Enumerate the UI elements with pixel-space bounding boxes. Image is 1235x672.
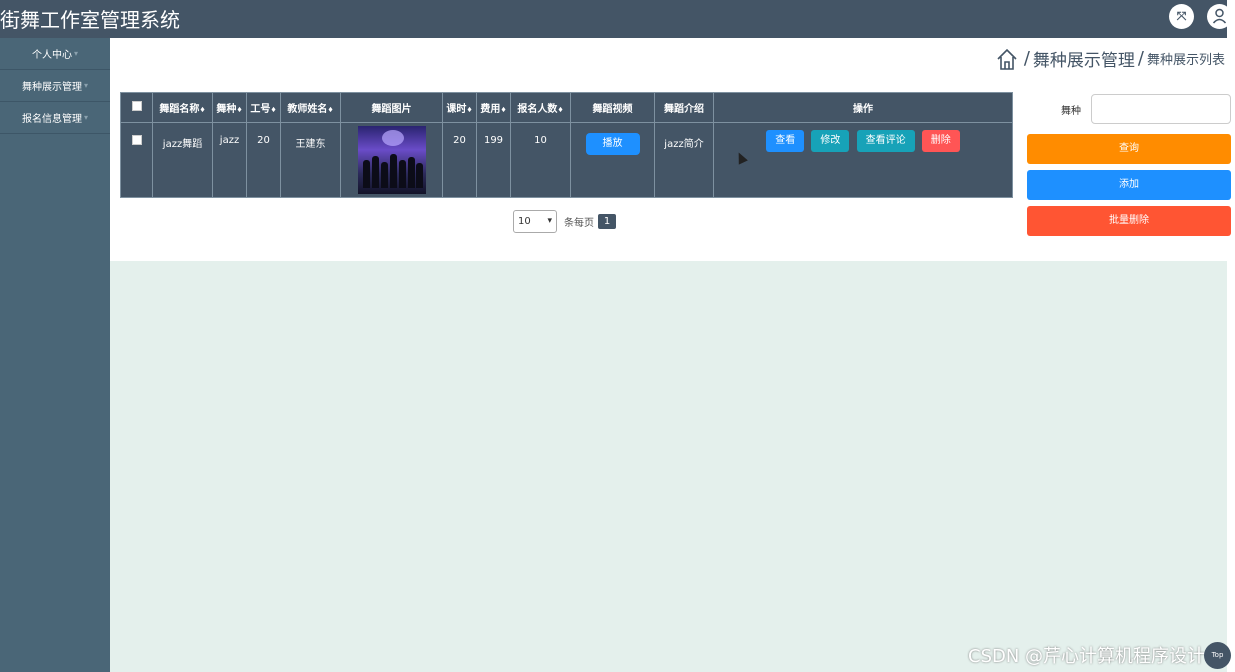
chevron-down-icon: ▾	[73, 49, 78, 58]
sidebar-item-dance-management[interactable]: 舞种展示管理 ▾	[0, 70, 110, 102]
delete-button[interactable]: 删除	[921, 130, 960, 152]
column-dance-image: 舞蹈图片	[340, 92, 443, 123]
cell-hours: 20	[442, 122, 477, 198]
add-button[interactable]: 添加	[1027, 170, 1231, 200]
cell-dance-type: jazz	[212, 122, 247, 198]
cell-dance-name: jazz舞蹈	[152, 122, 213, 198]
page-size-select[interactable]: 10 ▾	[513, 210, 557, 233]
watermark: CSDN @芹心计算机程序设计	[968, 646, 1206, 667]
column-video: 舞蹈视频	[570, 92, 655, 123]
breadcrumb-section[interactable]: 舞种展示管理	[1033, 46, 1135, 71]
search-dance-type-label: 舞种	[1061, 106, 1081, 117]
column-intro: 舞蹈介绍	[654, 92, 714, 123]
column-fee[interactable]: 费用♦	[476, 92, 511, 123]
dance-table: 舞蹈名称♦ 舞种♦ 工号♦ 教师姓名♦ 舞蹈图片 课时♦ 费用♦ 报名人数♦ 舞…	[120, 92, 1013, 198]
row-checkbox-cell	[120, 122, 153, 198]
column-actions: 操作	[713, 92, 1013, 123]
sort-icon[interactable]: ♦	[236, 106, 242, 114]
select-all-checkbox[interactable]	[131, 101, 142, 111]
sort-icon[interactable]: ♦	[327, 106, 333, 114]
sidebar: 个人中心 ▾ 舞种展示管理 ▾ 报名信息管理 ▾	[0, 38, 110, 672]
view-comments-button[interactable]: 查看评论	[856, 130, 915, 152]
cell-actions: 查看 修改 查看评论 删除	[713, 122, 1013, 198]
sidebar-item-label: 舞种展示管理	[21, 82, 82, 93]
chevron-down-icon: ▾	[83, 113, 88, 122]
play-video-button[interactable]: 播放	[585, 133, 640, 155]
top-bar: 街舞工作室管理系统 ⤧	[0, 0, 1232, 38]
app-title: 街舞工作室管理系统	[0, 8, 180, 32]
breadcrumb-separator: /	[1137, 48, 1144, 69]
chevron-down-icon: ▾	[547, 216, 552, 226]
sort-icon[interactable]: ♦	[466, 106, 472, 114]
cell-enrolled: 10	[510, 122, 571, 198]
cell-intro: jazz简介	[654, 122, 714, 198]
cell-fee: 199	[476, 122, 511, 198]
sidebar-item-label: 报名信息管理	[21, 114, 82, 125]
fullscreen-icon[interactable]: ⤧	[1169, 4, 1194, 29]
pagination: 10 ▾ 条每页 1	[513, 210, 616, 233]
breadcrumb: / 舞种展示管理 / 舞种展示列表	[996, 46, 1225, 71]
content-background	[110, 261, 1227, 672]
sort-icon[interactable]: ♦	[270, 106, 276, 114]
chevron-down-icon: ▾	[83, 81, 88, 90]
sidebar-item-registration-management[interactable]: 报名信息管理 ▾	[0, 102, 110, 134]
cell-teacher-name: 王建东	[280, 122, 341, 198]
app-window: 街舞工作室管理系统 ⤧ 个人中心 ▾ 舞种展示管理 ▾ 报名信息管理 ▾ / 舞种展示…	[0, 0, 1235, 672]
edit-button[interactable]: 修改	[811, 130, 850, 152]
search-dance-type-input[interactable]	[1091, 94, 1231, 124]
sort-icon[interactable]: ♦	[557, 106, 563, 114]
cell-dance-image	[340, 122, 443, 198]
dance-image[interactable]	[357, 126, 426, 194]
column-enrolled[interactable]: 报名人数♦	[510, 92, 571, 123]
breadcrumb-separator: /	[1023, 48, 1030, 69]
select-all-checkbox-cell	[120, 92, 153, 123]
table-header-row: 舞蹈名称♦ 舞种♦ 工号♦ 教师姓名♦ 舞蹈图片 课时♦ 费用♦ 报名人数♦ 舞…	[120, 92, 1013, 123]
per-page-label: 条每页	[564, 218, 594, 229]
column-dance-type[interactable]: 舞种♦	[212, 92, 247, 123]
column-dance-name[interactable]: 舞蹈名称♦	[152, 92, 213, 123]
query-button[interactable]: 查询	[1027, 134, 1231, 164]
row-checkbox[interactable]	[131, 135, 142, 145]
batch-delete-button[interactable]: 批量删除	[1027, 206, 1231, 236]
page-number-current[interactable]: 1	[598, 214, 616, 229]
column-hours[interactable]: 课时♦	[442, 92, 477, 123]
breadcrumb-page: 舞种展示列表	[1146, 53, 1225, 68]
sidebar-item-label: 个人中心	[31, 50, 72, 61]
home-icon[interactable]	[996, 47, 1018, 71]
sidebar-item-personal-center[interactable]: 个人中心 ▾	[0, 38, 110, 70]
view-button[interactable]: 查看	[766, 130, 805, 152]
sort-icon[interactable]: ♦	[199, 106, 205, 114]
column-employee-id[interactable]: 工号♦	[246, 92, 281, 123]
sort-icon[interactable]: ♦	[500, 106, 506, 114]
table-row: jazz舞蹈 jazz 20 王建东 20 199 10 播放 jazz简介 查…	[120, 122, 1013, 198]
cell-employee-id: 20	[246, 122, 281, 198]
back-to-top-button[interactable]: Top	[1204, 642, 1231, 669]
column-teacher-name[interactable]: 教师姓名♦	[280, 92, 341, 123]
cell-video: 播放	[570, 122, 655, 198]
